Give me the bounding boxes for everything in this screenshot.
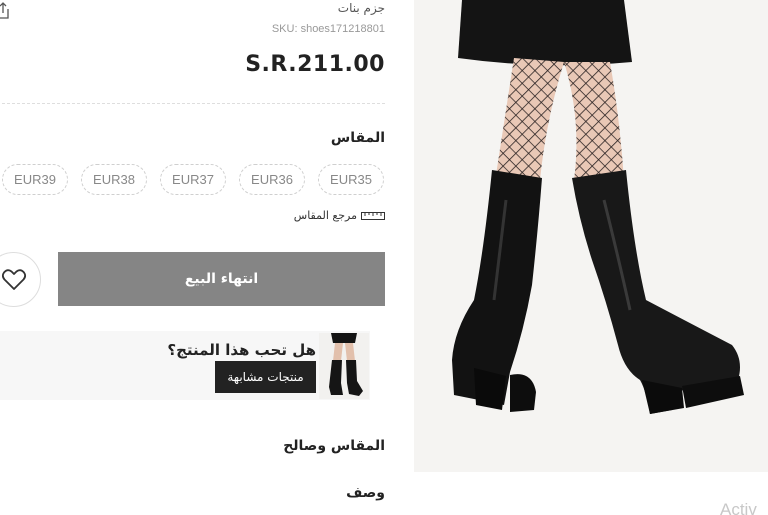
size-option-eur37[interactable]: EUR37 <box>160 164 226 195</box>
thumbnail-boots-image <box>319 333 369 399</box>
size-option-eur39[interactable]: EUR39 <box>2 164 68 195</box>
size-options: EUR35 EUR36 EUR37 EUR38 EUR39 <box>0 164 386 196</box>
similar-product-thumbnail[interactable] <box>319 333 369 399</box>
activate-windows-watermark: Activ <box>720 500 757 515</box>
heart-icon <box>1 268 26 290</box>
share-icon[interactable] <box>0 2 10 20</box>
ruler-icon <box>361 211 385 220</box>
size-option-eur36[interactable]: EUR36 <box>239 164 305 195</box>
size-guide-link[interactable]: مرجع المقاس <box>294 209 385 222</box>
wishlist-button[interactable] <box>0 252 41 307</box>
size-option-eur38[interactable]: EUR38 <box>81 164 147 195</box>
product-sku: SKU: shoes171218801 <box>271 23 385 35</box>
divider <box>2 103 385 104</box>
section-description[interactable]: وصف <box>346 485 385 501</box>
product-image[interactable] <box>414 0 768 472</box>
similar-products-button[interactable]: منتجات مشابهة <box>215 361 316 393</box>
sold-out-button[interactable]: انتهاء البيع <box>58 252 385 306</box>
section-size-fit[interactable]: المقاس وصالح <box>283 438 385 454</box>
product-price: S.R.211.00 <box>245 52 385 77</box>
similar-products-box: هل تحب هذا المنتج؟ منتجات مشابهة <box>0 331 370 400</box>
size-guide-label: مرجع المقاس <box>293 209 357 222</box>
size-heading: المقاس <box>330 130 385 146</box>
similar-question: هل تحب هذا المنتج؟ <box>167 341 316 359</box>
size-option-eur35[interactable]: EUR35 <box>318 164 384 195</box>
breadcrumb[interactable]: جزم بنات <box>338 1 385 15</box>
product-photo-boots <box>414 0 768 472</box>
